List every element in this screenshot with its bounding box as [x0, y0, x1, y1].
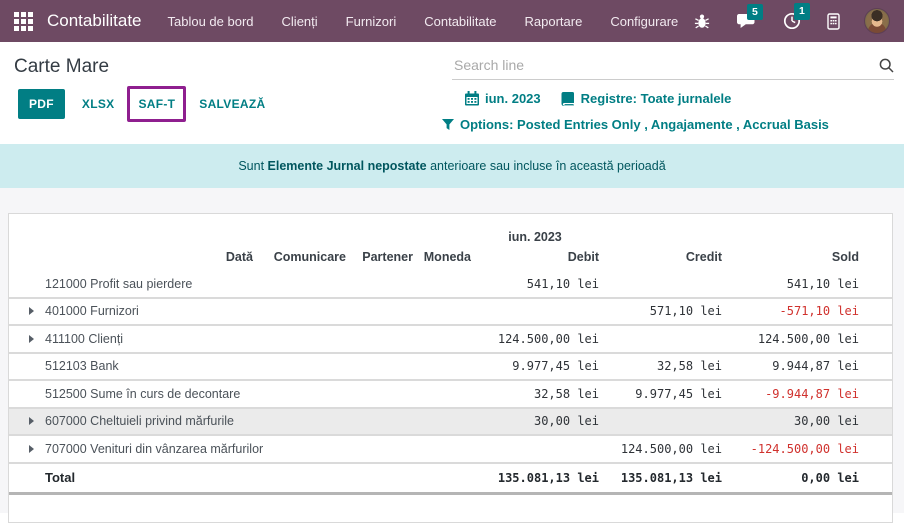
ledger-row-707000[interactable]: 707000 Venituri din vânzarea mărfurilor …	[9, 436, 892, 464]
total-credit-value: 135.081,13 lei	[599, 471, 722, 485]
save-button[interactable]: SALVEAZĂ	[192, 89, 272, 119]
expand-caret-icon[interactable]	[29, 335, 34, 343]
general-ledger-card: iun. 2023 Dată Comunicare Partener Moned…	[8, 213, 893, 523]
ledger-row-512500[interactable]: 512500 Sume în curs de decontare 32,58 l…	[9, 381, 892, 409]
column-header-row: Dată Comunicare Partener Moneda Debit Cr…	[9, 250, 892, 271]
account-label: 121000 Profit sau pierdere	[45, 277, 471, 291]
unposted-entries-banner: Sunt Elemente Jurnal nepostate anterioar…	[0, 144, 904, 188]
period-header-row: iun. 2023	[9, 230, 892, 250]
top-navbar: Contabilitate Tablou de bord Clienți Fur…	[0, 0, 904, 42]
journals-filter[interactable]: Registre: Toate jurnalele	[561, 91, 732, 106]
column-balance: Sold	[722, 250, 859, 271]
message-counter-badge: 5	[747, 4, 763, 21]
bug-icon	[694, 13, 710, 30]
nav-contabilitate[interactable]: Contabilitate	[424, 14, 496, 29]
messages-button[interactable]: 5	[734, 11, 759, 32]
ledger-row-121000[interactable]: 121000 Profit sau pierdere 541,10 lei 54…	[9, 271, 892, 299]
total-row: Total 135.081,13 lei 135.081,13 lei 0,00…	[9, 464, 892, 495]
nav-raportare[interactable]: Raportare	[525, 14, 583, 29]
expand-caret-icon[interactable]	[29, 445, 34, 453]
unposted-entries-link[interactable]: Elemente Jurnal nepostate	[268, 159, 427, 173]
saft-button[interactable]: SAF-T	[131, 89, 182, 119]
activities-button[interactable]: 1	[781, 10, 803, 32]
debit-value: 124.500,00 lei	[471, 332, 599, 346]
ledger-row-411100[interactable]: 411100 Clienți 124.500,00 lei 124.500,00…	[9, 326, 892, 354]
debit-value: 30,00 lei	[471, 414, 599, 428]
date-filter-label: iun. 2023	[485, 91, 541, 106]
balance-value: 124.500,00 lei	[722, 332, 859, 346]
report-area: iun. 2023 Dată Comunicare Partener Moned…	[0, 188, 904, 513]
search-bar	[452, 56, 894, 80]
debit-value: 9.977,45 lei	[471, 359, 599, 373]
search-input[interactable]	[452, 56, 879, 74]
nav-furnizori[interactable]: Furnizori	[346, 14, 397, 29]
total-balance-value: 0,00 lei	[722, 471, 859, 485]
account-label: 512103 Bank	[45, 359, 471, 373]
account-label: 707000 Venituri din vânzarea mărfurilor	[45, 442, 471, 456]
debit-value: 32,58 lei	[471, 387, 599, 401]
credit-value: 571,10 lei	[599, 304, 722, 318]
balance-value: -124.500,00 lei	[722, 442, 859, 456]
banner-text-after: anterioare sau incluse în această perioa…	[427, 159, 666, 173]
user-avatar[interactable]	[864, 8, 890, 34]
journals-filter-label: Registre: Toate jurnalele	[581, 91, 732, 106]
expand-caret-icon[interactable]	[29, 307, 34, 315]
mobile-view-button[interactable]	[825, 11, 842, 32]
ledger-row-401000[interactable]: 401000 Furnizori 571,10 lei -571,10 lei	[9, 299, 892, 327]
report-filters: iun. 2023 Registre: Toate jurnalele Opti…	[442, 89, 894, 132]
column-communication: Comunicare	[253, 250, 346, 271]
export-buttons: PDF XLSX SAF-T SALVEAZĂ	[14, 89, 272, 132]
balance-value: 541,10 lei	[722, 277, 859, 291]
journal-book-icon	[561, 92, 575, 106]
xlsx-button[interactable]: XLSX	[75, 89, 122, 119]
nav-configurare[interactable]: Configurare	[610, 14, 678, 29]
expand-caret-icon[interactable]	[29, 417, 34, 425]
column-debit: Debit	[471, 250, 599, 271]
app-name[interactable]: Contabilitate	[47, 11, 142, 31]
mobile-device-icon	[827, 13, 840, 30]
column-credit: Credit	[599, 250, 722, 271]
total-debit-value: 135.081,13 lei	[471, 471, 599, 485]
column-partner: Partener	[346, 250, 413, 271]
account-label: 607000 Cheltuieli privind mărfurile	[45, 414, 471, 428]
balance-value: 30,00 lei	[722, 414, 859, 428]
pdf-button[interactable]: PDF	[18, 89, 65, 119]
apps-grid-icon	[14, 12, 33, 31]
debug-button[interactable]	[692, 11, 712, 32]
main-menu: Tablou de bord Clienți Furnizori Contabi…	[168, 14, 679, 29]
options-filter[interactable]: Options: Posted Entries Only , Angajamen…	[442, 117, 829, 132]
balance-value: -9.944,87 lei	[722, 387, 859, 401]
nav-tablou-de-bord[interactable]: Tablou de bord	[168, 14, 254, 29]
options-filter-label: Options: Posted Entries Only , Angajamen…	[460, 117, 829, 132]
column-currency: Moneda	[413, 250, 471, 271]
filter-funnel-icon	[442, 119, 454, 131]
total-label: Total	[45, 470, 471, 485]
column-date: Dată	[219, 250, 253, 271]
activity-counter-badge: 1	[794, 3, 810, 20]
credit-value: 9.977,45 lei	[599, 387, 722, 401]
control-panel: Carte Mare PDF XLSX SAF-T SALVEAZĂ	[0, 42, 904, 132]
apps-menu-button[interactable]	[8, 8, 39, 35]
debit-value: 541,10 lei	[471, 277, 599, 291]
ledger-row-512103[interactable]: 512103 Bank 9.977,45 lei 32,58 lei 9.944…	[9, 354, 892, 382]
period-label: iun. 2023	[471, 230, 599, 250]
balance-value: 9.944,87 lei	[722, 359, 859, 373]
credit-value: 124.500,00 lei	[599, 442, 722, 456]
nav-clienti[interactable]: Clienți	[282, 14, 318, 29]
date-filter[interactable]: iun. 2023	[465, 91, 541, 106]
account-label: 401000 Furnizori	[45, 304, 471, 318]
ledger-row-607000[interactable]: 607000 Cheltuieli privind mărfurile 30,0…	[9, 409, 892, 437]
account-label: 411100 Clienți	[45, 332, 471, 346]
calendar-icon	[465, 91, 479, 106]
page-title: Carte Mare	[14, 56, 109, 78]
account-label: 512500 Sume în curs de decontare	[45, 387, 471, 401]
banner-text-before: Sunt	[238, 159, 267, 173]
balance-value: -571,10 lei	[722, 304, 859, 318]
credit-value: 32,58 lei	[599, 359, 722, 373]
search-icon[interactable]	[879, 58, 894, 73]
